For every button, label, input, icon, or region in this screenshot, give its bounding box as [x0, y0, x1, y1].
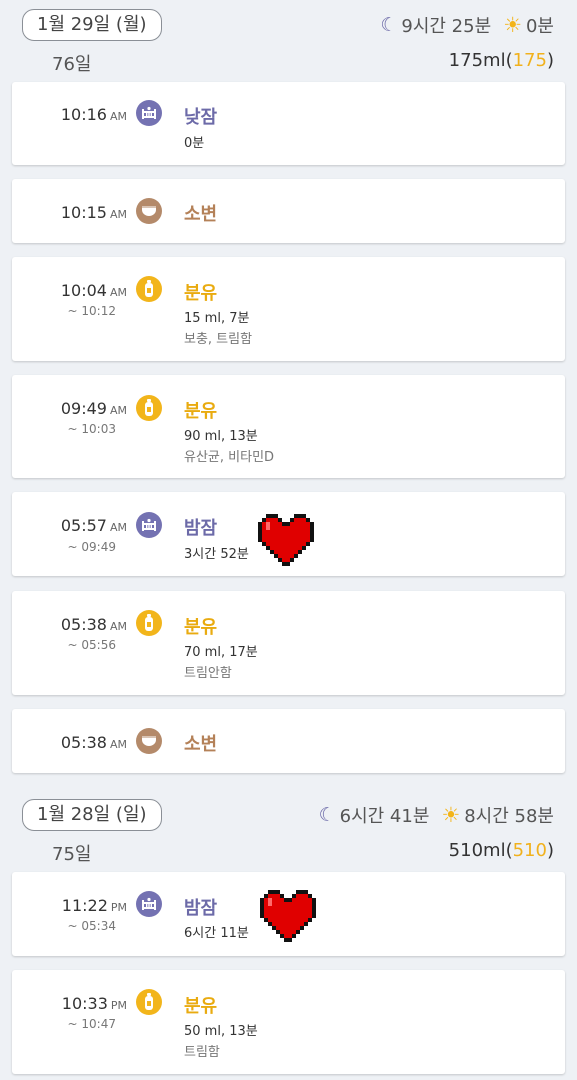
entry-time: 11:22 PM — [61, 896, 127, 915]
entry-title: 낮잠 — [184, 107, 218, 128]
ml-total-count: 510 — [512, 840, 547, 861]
entry-memo: 유산균, 비타민D — [184, 450, 275, 465]
diaper-icon — [136, 728, 162, 754]
entry-title: 소변 — [184, 204, 218, 225]
entry-end-time: ~ 05:56 — [67, 638, 116, 652]
entry-detail: 6시간 11분 — [184, 926, 249, 941]
day-header: 1월 28일 (일) 75일 ☾ 6시간 41분 ☀ 8시간 58분 510ml… — [0, 790, 577, 865]
entry-memo: 트림안함 — [184, 666, 232, 681]
sleep-summary: ☾ 9시간 25분 ☀ 0분 — [380, 12, 554, 38]
entry-title: 밤잠 — [184, 898, 218, 919]
entry-end-time: ~ 10:03 — [67, 422, 116, 436]
entry-title: 분유 — [184, 283, 218, 304]
crib-icon — [136, 100, 162, 126]
ml-total-value: 510ml — [448, 840, 506, 861]
diaper-icon — [136, 198, 162, 224]
moon-icon: ☾ — [318, 804, 336, 826]
heart-sticker-icon — [258, 514, 314, 566]
baby-age-days: 75일 — [52, 844, 92, 865]
formula-ml-total: 175ml(175) — [449, 50, 554, 71]
log-entry-card[interactable]: 10:15 AM 소변 — [12, 179, 565, 243]
entry-detail: 0분 — [184, 136, 205, 151]
entry-time: 05:38 AM — [60, 615, 127, 634]
entry-title: 분유 — [184, 996, 218, 1017]
crib-icon — [136, 891, 162, 917]
day-sleep-total: 0분 — [525, 16, 554, 37]
entry-time: 09:49 AM — [60, 399, 127, 418]
entry-end-time: ~ 10:47 — [67, 1017, 116, 1031]
entry-detail: 15 ml, 7분 — [184, 311, 250, 326]
log-entry-card[interactable]: 10:16 AM 낮잠 0분 — [12, 82, 565, 165]
entry-time: 05:38 AM — [60, 733, 127, 752]
entry-detail: 50 ml, 13분 — [184, 1024, 258, 1039]
ml-paren-open: ( — [505, 840, 513, 861]
heart-sticker-icon — [260, 890, 316, 942]
entry-detail: 70 ml, 17분 — [184, 645, 258, 660]
entry-end-time: ~ 09:49 — [67, 540, 116, 554]
log-entry-card[interactable]: 10:04 AM ~ 10:12 분유 15 ml, 7분 보충, 트림함 — [12, 257, 565, 361]
ml-paren-close: ) — [546, 50, 554, 71]
log-entry-card[interactable]: 09:49 AM ~ 10:03 분유 90 ml, 13분 유산균, 비타민D — [12, 375, 565, 478]
night-sleep-total: 9시간 25분 — [401, 16, 492, 37]
entry-title: 분유 — [184, 617, 218, 638]
ml-total-count: 175 — [512, 50, 547, 71]
bottle-icon — [136, 610, 162, 636]
entry-title: 소변 — [184, 734, 218, 755]
day-sleep-total: 8시간 58분 — [464, 806, 554, 827]
entry-title: 분유 — [184, 401, 218, 422]
log-entry-card[interactable]: 05:38 AM 소변 — [12, 709, 565, 773]
entry-detail: 90 ml, 13분 — [184, 429, 258, 444]
log-entry-card[interactable]: 10:33 PM ~ 10:47 분유 50 ml, 13분 트림함 — [12, 970, 565, 1074]
date-selector[interactable]: 1월 29일 (월) — [22, 9, 162, 41]
entry-time: 10:16 AM — [60, 105, 127, 124]
entry-title: 밤잠 — [184, 518, 218, 539]
sun-icon: ☀ — [503, 13, 522, 37]
entry-memo: 트림함 — [184, 1045, 220, 1060]
ml-total-value: 175ml — [448, 50, 506, 71]
day-header: 1월 29일 (월) 76일 ☾ 9시간 25분 ☀ 0분 175ml(175) — [0, 0, 577, 75]
entry-time: 10:33 PM — [61, 994, 127, 1013]
ml-paren-open: ( — [505, 50, 513, 71]
moon-icon: ☾ — [380, 14, 398, 36]
formula-ml-total: 510ml(510) — [449, 840, 554, 861]
entry-time: 10:04 AM — [60, 281, 127, 300]
entry-memo: 보충, 트림함 — [184, 332, 253, 347]
sun-icon: ☀ — [441, 803, 461, 827]
sleep-summary: ☾ 6시간 41분 ☀ 8시간 58분 — [319, 802, 554, 828]
entry-time: 10:15 AM — [60, 203, 127, 222]
bottle-icon — [136, 276, 162, 302]
log-entry-card[interactable]: 05:57 AM ~ 09:49 밤잠 3시간 52분 — [12, 492, 565, 576]
night-sleep-total: 6시간 41분 — [339, 806, 430, 827]
ml-paren-close: ) — [546, 840, 554, 861]
crib-icon — [136, 512, 162, 538]
log-entry-card[interactable]: 11:22 PM ~ 05:34 밤잠 6시간 11분 — [12, 872, 565, 956]
entry-time: 05:57 AM — [60, 516, 127, 535]
entry-detail: 3시간 52분 — [184, 547, 249, 562]
date-selector[interactable]: 1월 28일 (일) — [22, 799, 162, 831]
baby-age-days: 76일 — [52, 54, 92, 75]
bottle-icon — [136, 989, 162, 1015]
log-entry-card[interactable]: 05:38 AM ~ 05:56 분유 70 ml, 17분 트림안함 — [12, 591, 565, 695]
entry-end-time: ~ 10:12 — [67, 304, 116, 318]
bottle-icon — [136, 395, 162, 421]
entry-end-time: ~ 05:34 — [67, 919, 116, 933]
